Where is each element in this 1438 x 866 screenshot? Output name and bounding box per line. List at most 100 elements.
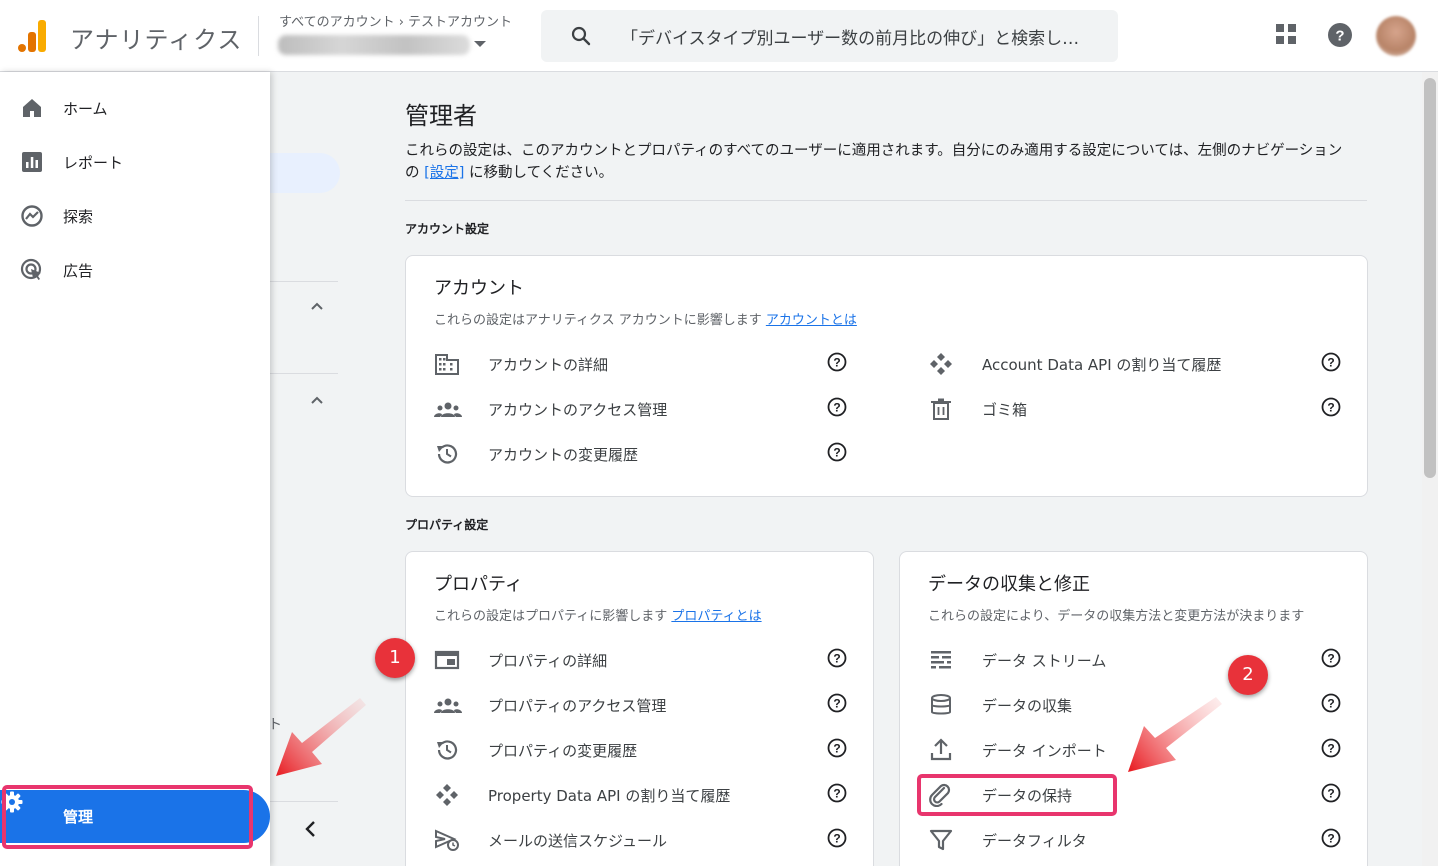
left-navigation: ホーム レポート 探索 広告 管理: [0, 72, 270, 866]
explore-icon: [21, 205, 43, 227]
help-icon[interactable]: ?: [1321, 397, 1341, 417]
nav-label-reports: レポート: [63, 154, 124, 172]
help-icon[interactable]: ?: [1321, 648, 1341, 668]
app-title: アナリティクス: [70, 26, 243, 54]
page-description: これらの設定は、このアカウントとプロパティのすべてのユーザーに適用されます。自分…: [405, 143, 1343, 181]
step-badge-2: 2: [1228, 655, 1268, 695]
caret-down-icon[interactable]: [474, 41, 486, 47]
page-title: 管理者: [405, 102, 477, 130]
help-icon[interactable]: ?: [1327, 22, 1353, 48]
svg-text:?: ?: [833, 652, 840, 666]
subpanel-text: ト: [268, 717, 282, 733]
header-divider: [258, 16, 259, 56]
database-icon: [931, 694, 951, 715]
help-icon[interactable]: ?: [1321, 352, 1341, 372]
list-item-account-data-api-quota[interactable]: Account Data API の割り当て履歴 ?: [928, 344, 1342, 384]
list-item-property-data-api-quota[interactable]: Property Data API の割り当て履歴 ?: [434, 775, 848, 815]
nav-label-explore: 探索: [63, 208, 94, 226]
people-icon: [434, 698, 462, 713]
history-icon: [437, 444, 458, 464]
account-selector[interactable]: [278, 35, 470, 55]
account-settings-card: アカウント これらの設定はアナリティクス アカウントに影響します アカウントとは…: [405, 255, 1368, 497]
home-icon: [23, 99, 41, 117]
admin-highlight-box: [2, 785, 253, 849]
api-diamond-icon: [436, 784, 458, 806]
property-details-icon: [434, 650, 460, 670]
svg-text:?: ?: [833, 787, 840, 801]
search-icon: [571, 26, 591, 46]
svg-text:?: ?: [833, 742, 840, 756]
nav-item-home[interactable]: ホーム: [0, 84, 270, 132]
subpanel-divider: [270, 801, 338, 802]
what-is-property-link[interactable]: プロパティとは: [671, 609, 761, 624]
nav-label-home: ホーム: [63, 100, 108, 118]
nav-item-explore[interactable]: 探索: [0, 192, 270, 240]
list-item-data-streams[interactable]: データ ストリーム ?: [928, 640, 1342, 680]
search-bar[interactable]: 「デバイスタイプ別ユーザー数の前月比の伸び」と検索し…: [541, 10, 1118, 62]
card-title: プロパティ: [434, 574, 523, 595]
settings-link[interactable]: [設定]: [424, 165, 464, 181]
svg-text:?: ?: [1327, 401, 1334, 415]
property-settings-card: プロパティ これらの設定はプロパティに影響します プロパティとは プロパティの詳…: [405, 551, 874, 866]
help-icon[interactable]: ?: [827, 693, 847, 713]
svg-text:?: ?: [833, 356, 840, 370]
svg-text:?: ?: [833, 832, 840, 846]
section-label-property: プロパティ設定: [405, 518, 489, 532]
chevron-up-icon[interactable]: [309, 392, 325, 408]
help-icon[interactable]: ?: [827, 352, 847, 372]
data-stream-icon: [931, 651, 951, 669]
nav-label-advertising: 広告: [63, 262, 94, 280]
api-diamond-icon: [930, 353, 952, 375]
subpanel-selected-item[interactable]: [262, 153, 340, 193]
analytics-logo-icon[interactable]: [16, 18, 48, 52]
nav-item-reports[interactable]: レポート: [0, 138, 270, 186]
breadcrumb[interactable]: すべてのアカウント › テストアカウント: [279, 11, 512, 30]
help-icon[interactable]: ?: [1321, 693, 1341, 713]
upload-icon: [930, 738, 952, 761]
card-title: データの収集と修正: [928, 574, 1090, 595]
scrollbar-thumb[interactable]: [1424, 78, 1436, 478]
svg-text:?: ?: [833, 401, 840, 415]
step-badge-1: 1: [375, 638, 415, 678]
help-icon[interactable]: ?: [827, 648, 847, 668]
svg-text:?: ?: [1327, 742, 1334, 756]
help-icon[interactable]: ?: [1321, 738, 1341, 758]
list-item-data-import[interactable]: データ インポート ?: [928, 730, 1342, 770]
people-icon: [434, 402, 462, 417]
section-label-account: アカウント設定: [405, 222, 490, 236]
help-icon[interactable]: ?: [827, 738, 847, 758]
data-retention-highlight-box: [917, 774, 1117, 816]
help-icon[interactable]: ?: [827, 397, 847, 417]
trash-icon: [931, 398, 951, 420]
nav-item-advertising[interactable]: 広告: [0, 246, 270, 294]
list-item-account-details[interactable]: アカウントの詳細 ?: [434, 344, 848, 384]
chevron-left-icon[interactable]: [300, 818, 322, 840]
top-app-bar: アナリティクス すべてのアカウント › テストアカウント 「デバイスタイプ別ユー…: [0, 0, 1438, 72]
help-icon[interactable]: ?: [1321, 828, 1341, 848]
help-icon[interactable]: ?: [827, 442, 847, 462]
card-title: アカウント: [434, 278, 524, 299]
chevron-up-icon[interactable]: [309, 298, 325, 314]
what-is-account-link[interactable]: アカウントとは: [766, 313, 857, 328]
list-item-trash[interactable]: ゴミ箱 ?: [928, 389, 1342, 429]
svg-text:?: ?: [833, 697, 840, 711]
svg-text:?: ?: [1327, 697, 1334, 711]
apps-grid-icon[interactable]: [1274, 22, 1298, 46]
search-input[interactable]: 「デバイスタイプ別ユーザー数の前月比の伸び」と検索し…: [621, 24, 1079, 49]
help-icon[interactable]: ?: [1321, 783, 1341, 803]
advertising-icon: [20, 258, 42, 280]
list-item-property-details[interactable]: プロパティの詳細 ?: [434, 640, 848, 680]
list-item-email-schedule[interactable]: メールの送信スケジュール ?: [434, 820, 848, 860]
avatar[interactable]: [1376, 16, 1416, 56]
help-icon[interactable]: ?: [827, 783, 847, 803]
history-icon: [437, 740, 458, 760]
help-icon[interactable]: ?: [827, 828, 847, 848]
list-item-property-access[interactable]: プロパティのアクセス管理 ?: [434, 685, 848, 725]
list-item-account-access[interactable]: アカウントのアクセス管理 ?: [434, 389, 848, 429]
list-item-property-history[interactable]: プロパティの変更履歴 ?: [434, 730, 848, 770]
svg-text:?: ?: [1327, 356, 1334, 370]
list-item-data-collection[interactable]: データの収集 ?: [928, 685, 1342, 725]
list-item-data-filters[interactable]: データフィルタ ?: [928, 820, 1342, 860]
list-item-account-history[interactable]: アカウントの変更履歴 ?: [434, 434, 848, 474]
svg-text:?: ?: [833, 446, 840, 460]
